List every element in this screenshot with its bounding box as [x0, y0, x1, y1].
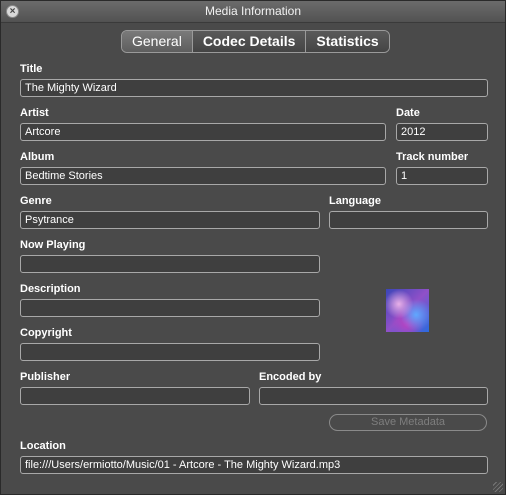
album-field[interactable]: Bedtime Stories [20, 167, 386, 185]
date-label: Date [396, 107, 420, 119]
copyright-label: Copyright [20, 327, 72, 339]
artist-field[interactable]: Artcore [20, 123, 386, 141]
description-field[interactable] [20, 299, 320, 317]
save-metadata-button[interactable]: Save Metadata [329, 414, 487, 431]
window-title: Media Information [204, 4, 302, 18]
track-number-label: Track number [396, 151, 469, 163]
title-field[interactable]: The Mighty Wizard [20, 79, 488, 97]
genre-field[interactable]: Psytrance [20, 211, 320, 229]
artist-label: Artist [20, 107, 49, 119]
album-art [386, 289, 429, 332]
track-number-field[interactable]: 1 [396, 167, 488, 185]
genre-label: Genre [20, 195, 52, 207]
publisher-label: Publisher [20, 371, 71, 383]
tab-codec-details[interactable]: Codec Details [191, 31, 306, 52]
resize-grip-icon[interactable] [493, 482, 503, 492]
encoded-by-field[interactable] [259, 387, 488, 405]
location-label: Location [20, 440, 66, 452]
location-field[interactable]: file:///Users/ermiotto/Music/01 - Artcor… [20, 456, 488, 474]
encoded-by-label: Encoded by [259, 371, 322, 383]
album-label: Album [20, 151, 55, 163]
publisher-field[interactable] [20, 387, 250, 405]
tab-statistics[interactable]: Statistics [305, 31, 389, 52]
date-field[interactable]: 2012 [396, 123, 488, 141]
language-field[interactable] [329, 211, 488, 229]
now-playing-field[interactable] [20, 255, 320, 273]
media-information-window: × Media Information General Codec Detail… [0, 0, 506, 495]
now-playing-label: Now Playing [20, 239, 86, 251]
description-label: Description [20, 283, 81, 295]
tab-general[interactable]: General [122, 31, 192, 52]
copyright-field[interactable] [20, 343, 320, 361]
language-label: Language [329, 195, 381, 207]
tab-bar: General Codec Details Statistics [121, 30, 390, 53]
title-bar: × Media Information [1, 1, 505, 23]
title-label: Title [20, 63, 43, 75]
